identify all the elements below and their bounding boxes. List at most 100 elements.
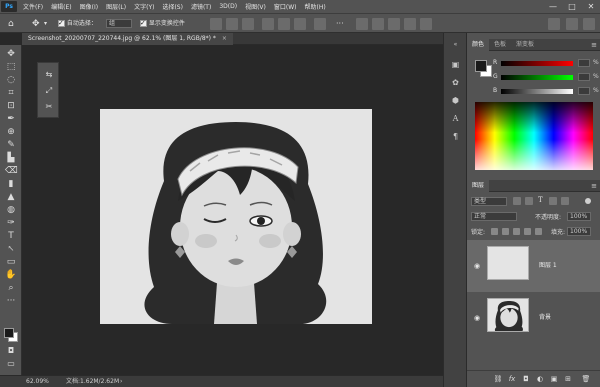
quick-select-tool-icon[interactable]: ⌗: [5, 88, 17, 98]
3d-pan-icon[interactable]: [404, 18, 416, 30]
menu-filter[interactable]: 滤镜(T): [187, 2, 215, 11]
dodge-tool-icon[interactable]: ✑: [5, 218, 17, 228]
menu-help[interactable]: 帮助(H): [301, 2, 330, 11]
healing-brush-tool-icon[interactable]: ⊕: [5, 127, 17, 137]
menu-type[interactable]: 文字(Y): [130, 2, 158, 11]
align-center-icon[interactable]: [226, 18, 238, 30]
paragraph-panel-icon[interactable]: ¶: [450, 131, 461, 142]
maximize-button[interactable]: □: [563, 0, 581, 13]
more-options-icon[interactable]: ···: [336, 18, 344, 30]
visibility-eye-icon[interactable]: ◉: [474, 314, 480, 322]
path-selection-tool-icon[interactable]: ▭: [5, 257, 17, 267]
fill-field[interactable]: 100%: [567, 227, 591, 236]
new-group-icon[interactable]: ▣: [549, 375, 559, 384]
libraries-panel-icon[interactable]: ⬢: [450, 95, 461, 106]
delete-layer-icon[interactable]: 🗑: [581, 375, 591, 384]
tools-icon[interactable]: ✂: [43, 101, 55, 113]
lock-transparent-icon[interactable]: [491, 228, 498, 235]
filter-pixel-icon[interactable]: [513, 197, 521, 205]
auto-select-target-select[interactable]: 组: [106, 18, 132, 30]
brush-tool-icon[interactable]: ✎: [5, 140, 17, 150]
distribute-icon[interactable]: [314, 18, 326, 30]
layer-row-background[interactable]: ◉ 背景: [467, 292, 600, 344]
hand-tool-icon[interactable]: ⌕: [5, 283, 17, 293]
document-tab[interactable]: Screenshot_20200707_220744.jpg @ 62.1% (…: [22, 33, 233, 45]
filter-toggle-icon[interactable]: [585, 198, 591, 204]
g-slider[interactable]: [501, 75, 573, 80]
show-transform-checkbox[interactable]: [140, 17, 147, 29]
layers-panel-menu-icon[interactable]: ≡: [591, 180, 597, 192]
auto-select-checkbox[interactable]: [58, 17, 65, 29]
swatches-panel-icon[interactable]: ✿: [450, 77, 461, 88]
eyedropper-tool-icon[interactable]: ✒: [5, 114, 17, 124]
tool-preset-dropdown-icon[interactable]: ▾: [44, 18, 47, 30]
filter-type-icon[interactable]: T: [538, 196, 543, 204]
tab-layers[interactable]: 图层: [467, 180, 490, 192]
type-tool-icon[interactable]: ↖: [5, 244, 17, 254]
add-mask-icon[interactable]: ◘: [521, 375, 531, 384]
menu-image[interactable]: 图像(I): [76, 2, 102, 11]
properties-icon[interactable]: ⇆: [43, 69, 55, 81]
layer-filter-select[interactable]: 类型: [471, 197, 507, 206]
minimize-button[interactable]: —: [544, 0, 562, 13]
pen-tool-icon[interactable]: T: [5, 231, 17, 241]
tab-swatches[interactable]: 色板: [489, 39, 511, 51]
rectangle-tool-icon[interactable]: ✋: [5, 270, 17, 280]
home-icon[interactable]: ⌂: [8, 18, 14, 30]
layer-style-icon[interactable]: fx: [507, 375, 517, 384]
align-top-icon[interactable]: [262, 18, 274, 30]
tab-gradients[interactable]: 渐变板: [511, 39, 539, 51]
workspace-icon[interactable]: [566, 18, 578, 30]
b-slider[interactable]: [501, 89, 573, 94]
transform-icon[interactable]: ⤢: [43, 85, 55, 97]
align-bottom-icon[interactable]: [294, 18, 306, 30]
panel-foreground-swatch[interactable]: [475, 60, 487, 72]
menu-3d[interactable]: 3D(D): [215, 3, 241, 10]
r-value-field[interactable]: [578, 59, 590, 67]
filter-smart-object-icon[interactable]: [561, 197, 569, 205]
filter-shape-icon[interactable]: [549, 197, 557, 205]
align-middle-icon[interactable]: [278, 18, 290, 30]
auto-select-option[interactable]: 自动选择：: [58, 17, 97, 30]
character-panel-icon[interactable]: A: [450, 113, 461, 124]
tab-color[interactable]: 颜色: [467, 39, 490, 51]
zoom-level[interactable]: 62.09%: [26, 376, 49, 387]
collapse-arrow-icon[interactable]: «: [450, 39, 461, 50]
link-layers-icon[interactable]: ⛓: [493, 375, 503, 384]
align-right-icon[interactable]: [242, 18, 254, 30]
adjustment-layer-icon[interactable]: ◐: [535, 375, 545, 384]
share-icon[interactable]: [583, 18, 595, 30]
lock-all-icon[interactable]: [535, 228, 542, 235]
eraser-tool-icon[interactable]: ▮: [5, 179, 17, 189]
zoom-tool-icon[interactable]: ···: [5, 296, 17, 306]
close-window-button[interactable]: ✕: [582, 0, 600, 13]
quick-mask-icon[interactable]: ◘: [5, 346, 17, 356]
g-value-field[interactable]: [578, 73, 590, 81]
lock-position-icon[interactable]: [513, 228, 520, 235]
b-value-field[interactable]: [578, 87, 590, 95]
document-canvas[interactable]: [100, 109, 372, 324]
filter-adjustment-icon[interactable]: [525, 197, 533, 205]
blur-tool-icon[interactable]: ◍: [5, 205, 17, 215]
edit-toolbar-icon[interactable]: [5, 309, 17, 319]
menu-edit[interactable]: 编辑(E): [47, 2, 75, 11]
crop-tool-icon[interactable]: ⊡: [5, 101, 17, 111]
lock-artboard-icon[interactable]: [524, 228, 531, 235]
menu-select[interactable]: 选择(S): [158, 2, 187, 11]
clone-stamp-tool-icon[interactable]: ▙: [5, 153, 17, 163]
menu-layer[interactable]: 图层(L): [102, 2, 130, 11]
new-layer-icon[interactable]: ⊞: [563, 375, 573, 384]
marquee-tool-icon[interactable]: ⬚: [5, 62, 17, 72]
3d-slide-icon[interactable]: [420, 18, 432, 30]
blend-mode-select[interactable]: 正常: [471, 212, 517, 221]
align-left-icon[interactable]: [210, 18, 222, 30]
layer-row-layer1[interactable]: ◉ 图层 1: [467, 240, 600, 292]
history-panel-icon[interactable]: ▣: [450, 59, 461, 70]
gradient-tool-icon[interactable]: ▲: [5, 192, 17, 202]
move-tool-icon[interactable]: ✥: [32, 18, 40, 30]
color-panel-menu-icon[interactable]: ≡: [591, 39, 597, 51]
menu-file[interactable]: 文件(F): [19, 2, 47, 11]
screen-mode-icon[interactable]: ▭: [5, 359, 17, 369]
history-brush-tool-icon[interactable]: ⌫: [5, 166, 18, 176]
move-tool-icon[interactable]: ✥: [5, 49, 17, 59]
